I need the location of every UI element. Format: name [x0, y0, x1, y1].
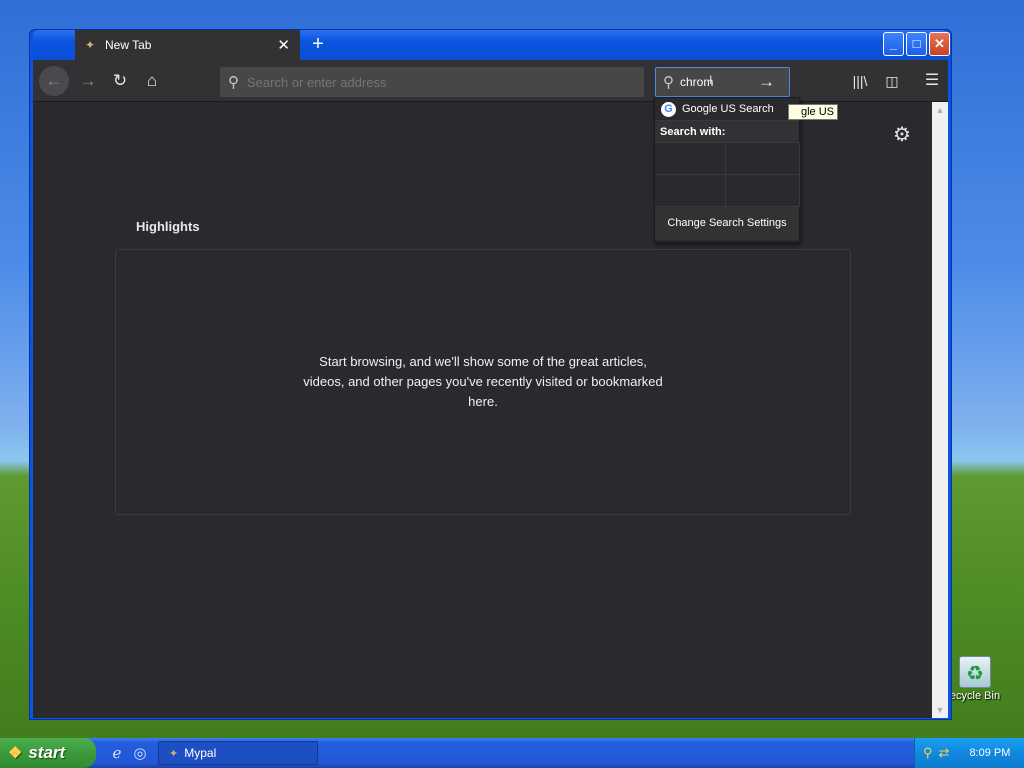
highlights-empty-message: Start browsing, and we'll show some of t… [303, 354, 663, 409]
search-suggestions-dropdown: G Google US Search Search with: Change S… [654, 97, 800, 243]
clock[interactable]: 8:09 PM [969, 747, 1010, 759]
search-engine-slot[interactable] [655, 143, 726, 175]
sidebar-icon[interactable]: ◫ [877, 66, 907, 96]
browser-quicklaunch-icon[interactable]: ◎ [131, 744, 149, 762]
title-bar[interactable]: ✦ New Tab ✕ + _ □ ✕ [33, 30, 950, 60]
back-arrow-icon[interactable]: ← [39, 66, 69, 96]
recycle-bin-icon [959, 656, 991, 688]
tab-title: New Tab [105, 38, 152, 52]
search-bar[interactable]: ⚲ → [655, 67, 790, 97]
start-label: start [28, 743, 66, 762]
hamburger-menu-icon[interactable]: ☰ [917, 66, 947, 96]
highlights-title: Highlights [136, 219, 200, 234]
windows-flag-icon: ❖ [8, 745, 23, 762]
search-icon: ⚲ [663, 74, 674, 91]
scroll-down-icon[interactable]: ▼ [932, 702, 948, 718]
system-tray: ⚲ ⇄ 8:09 PM [914, 738, 1024, 768]
search-engine-slot[interactable] [655, 175, 726, 207]
highlights-box: Start browsing, and we'll show some of t… [115, 249, 851, 515]
address-bar[interactable]: ⚲ [220, 67, 644, 97]
gear-icon[interactable]: ⚙ [893, 122, 911, 147]
new-tab-button[interactable]: + [307, 33, 329, 56]
search-icon: ⚲ [228, 74, 239, 91]
forward-arrow-icon[interactable]: → [73, 66, 103, 96]
tab-close-button[interactable]: ✕ [277, 36, 290, 54]
google-search-label: Google US Search [682, 103, 774, 115]
minimize-button[interactable]: _ [883, 32, 904, 56]
search-engine-slot[interactable] [726, 143, 800, 175]
home-icon[interactable]: ⌂ [137, 66, 167, 96]
address-input[interactable] [247, 74, 617, 90]
search-engine-grid [655, 143, 800, 207]
browser-window: ✦ New Tab ✕ + _ □ ✕ ← → ↻ ⌂ ⚲ ⚲ → |||\ ◫… [29, 29, 952, 720]
nav-toolbar: ← → ↻ ⌂ ⚲ ⚲ → |||\ ◫ ☰ [33, 60, 948, 102]
taskbar-item-mypal[interactable]: ✦ Mypal [158, 741, 318, 765]
network-tray-icon[interactable]: ⇄ [939, 745, 950, 761]
search-engine-slot[interactable] [726, 175, 800, 207]
taskbar: ❖ start ℯ ◎ ✦ Mypal ⚲ ⇄ 8:09 PM [0, 738, 1024, 768]
google-icon: G [661, 101, 676, 117]
library-icon[interactable]: |||\ [845, 66, 875, 96]
internet-explorer-icon[interactable]: ℯ [108, 744, 126, 762]
google-search-option[interactable]: G Google US Search [655, 98, 799, 121]
tooltip: gle US [788, 104, 839, 120]
tab-new-tab[interactable]: ✦ New Tab ✕ [75, 30, 300, 60]
text-cursor-icon: I [709, 73, 713, 87]
search-tray-icon[interactable]: ⚲ [923, 745, 933, 761]
reload-icon[interactable]: ↻ [105, 66, 135, 96]
taskbar-item-label: Mypal [184, 746, 217, 760]
mypal-icon: ✦ [169, 747, 179, 760]
start-button[interactable]: ❖ start [0, 738, 96, 768]
search-input[interactable] [680, 75, 754, 89]
maximize-button[interactable]: □ [906, 32, 927, 56]
vertical-scrollbar[interactable]: ▲ ▼ [932, 102, 948, 718]
search-with-header: Search with: [655, 121, 799, 143]
search-go-icon[interactable]: → [758, 72, 775, 92]
scroll-up-icon[interactable]: ▲ [932, 102, 948, 118]
mypal-tab-icon: ✦ [85, 38, 96, 52]
change-search-settings-button[interactable]: Change Search Settings [655, 207, 799, 240]
recycle-bin-label: ecycle Bin [949, 690, 1001, 702]
close-window-button[interactable]: ✕ [929, 32, 950, 56]
